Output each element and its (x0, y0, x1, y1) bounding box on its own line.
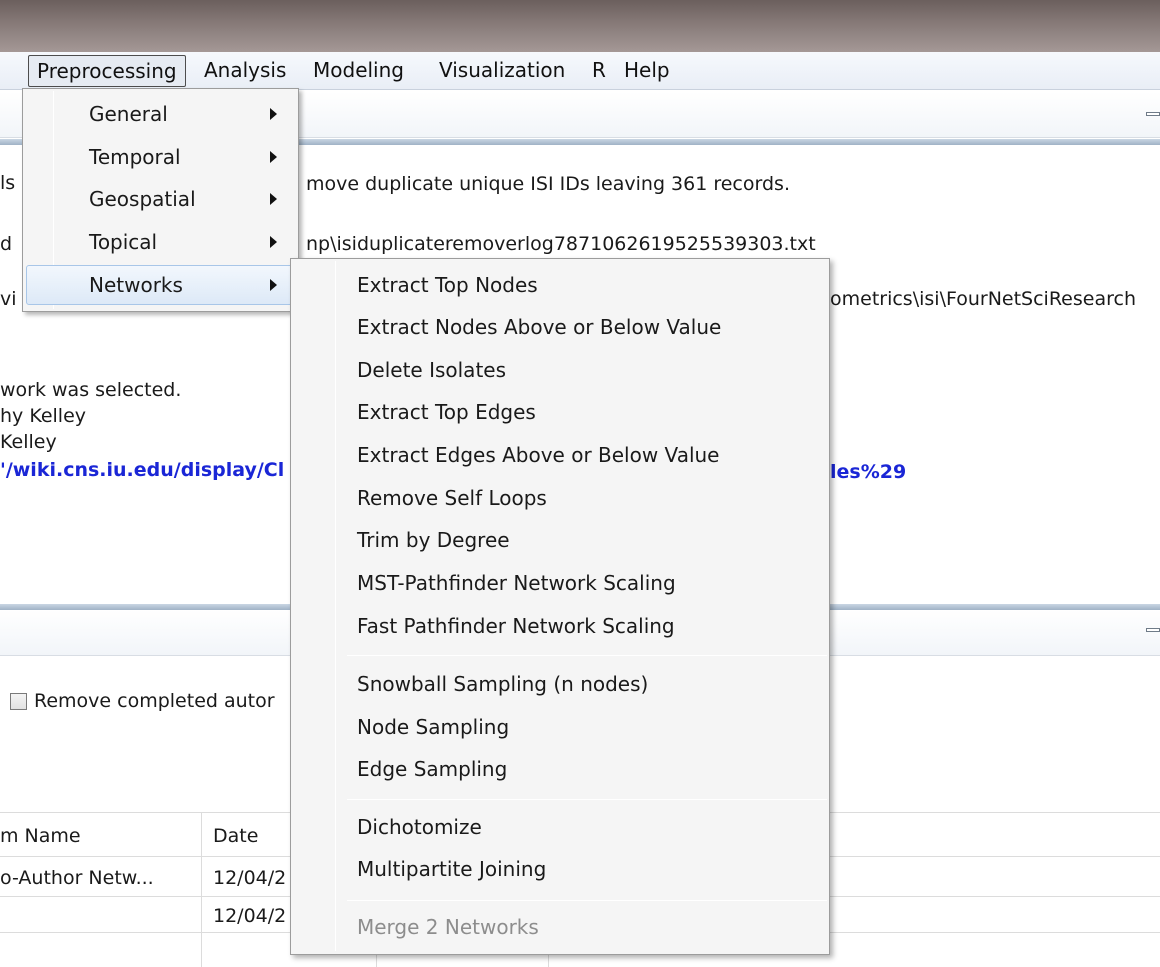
console-line-2-left: d (0, 233, 13, 255)
column-header-date[interactable]: Date (213, 824, 258, 848)
console-line-5: hy Kelley (0, 405, 87, 427)
menu-separator (347, 799, 827, 800)
table-row-1-name[interactable]: o-Author Netw... (0, 866, 154, 890)
table-row-2-date[interactable]: 12/04/2 (213, 904, 286, 928)
menu-item-fast-pathfinder[interactable]: Fast Pathfinder Network Scaling (357, 614, 675, 644)
menu-item-remove-self-loops[interactable]: Remove Self Loops (357, 486, 547, 516)
menu-item-extract-edges-above-below[interactable]: Extract Edges Above or Below Value (357, 443, 719, 473)
menu-separator (347, 655, 827, 656)
menu-item-label: Geospatial (89, 187, 196, 211)
console-line-3: ometrics\isi\FourNetSciResearch (830, 288, 1136, 310)
console-line-1: move duplicate unique ISI IDs leaving 36… (306, 173, 790, 195)
menu-preprocessing[interactable]: Preprocessing (28, 55, 186, 87)
menu-item-snowball-sampling[interactable]: Snowball Sampling (n nodes) (357, 672, 648, 702)
console-line-3-left: vi (0, 288, 17, 310)
console-line-4: work was selected. (0, 379, 182, 401)
console-line-1-left: ls (0, 172, 16, 194)
console-line-6: Kelley (0, 431, 57, 453)
console-link-right[interactable]: les%29 (830, 460, 906, 484)
menu-item-general[interactable]: General (26, 94, 295, 134)
menu-item-label: Topical (89, 230, 158, 254)
menu-item-node-sampling[interactable]: Node Sampling (357, 715, 509, 745)
menu-item-extract-nodes-above-below[interactable]: Extract Nodes Above or Below Value (357, 315, 721, 345)
remove-completed-label: Remove completed autor (34, 690, 275, 712)
menu-item-trim-by-degree[interactable]: Trim by Degree (357, 528, 510, 558)
remove-completed-checkbox[interactable] (10, 693, 27, 710)
console-line-2: np\isiduplicateremoverlog787106261952553… (306, 233, 816, 255)
menu-item-dichotomize[interactable]: Dichotomize (357, 815, 482, 845)
column-header-name[interactable]: m Name (0, 824, 81, 848)
menu-separator (347, 900, 827, 901)
menu-item-merge-2-networks: Merge 2 Networks (357, 915, 539, 939)
menu-item-extract-top-edges[interactable]: Extract Top Edges (357, 400, 536, 430)
menu-item-edge-sampling[interactable]: Edge Sampling (357, 757, 507, 787)
table-row-1-date[interactable]: 12/04/2 (213, 866, 286, 890)
menu-item-label: General (89, 102, 168, 126)
menu-bar: Preprocessing Analysis Modeling Visualiz… (0, 52, 1160, 90)
menu-item-multipartite-joining[interactable]: Multipartite Joining (357, 857, 546, 887)
menu-item-extract-top-nodes[interactable]: Extract Top Nodes (357, 273, 538, 303)
menu-item-temporal[interactable]: Temporal (26, 137, 295, 177)
menu-item-label: Temporal (89, 145, 181, 169)
submenu-arrow-icon (270, 108, 277, 120)
menu-analysis[interactable]: Analysis (196, 55, 294, 87)
console-link-left[interactable]: '/wiki.cns.iu.edu/display/Cl (0, 458, 284, 482)
submenu-arrow-icon (270, 279, 277, 291)
minimize-icon[interactable] (1146, 112, 1160, 116)
window-title-bar (0, 0, 1160, 52)
minimize-icon[interactable] (1146, 628, 1160, 632)
menu-item-mst-pathfinder[interactable]: MST-Pathfinder Network Scaling (357, 571, 676, 601)
networks-submenu: Extract Top Nodes Extract Nodes Above or… (290, 258, 830, 955)
preprocessing-menu: General Temporal Geospatial Topical Netw… (22, 88, 299, 312)
submenu-arrow-icon (270, 236, 277, 248)
menu-item-geospatial[interactable]: Geospatial (26, 179, 295, 219)
menu-help[interactable]: Help (616, 55, 678, 87)
submenu-arrow-icon (270, 193, 277, 205)
menu-visualization[interactable]: Visualization (431, 55, 573, 87)
submenu-arrow-icon (270, 151, 277, 163)
menu-item-delete-isolates[interactable]: Delete Isolates (357, 358, 506, 388)
menu-item-topical[interactable]: Topical (26, 222, 295, 262)
menu-r[interactable]: R (584, 55, 614, 87)
menu-item-networks[interactable]: Networks (26, 265, 295, 305)
menu-modeling[interactable]: Modeling (305, 55, 412, 87)
menu-item-label: Networks (89, 273, 183, 297)
